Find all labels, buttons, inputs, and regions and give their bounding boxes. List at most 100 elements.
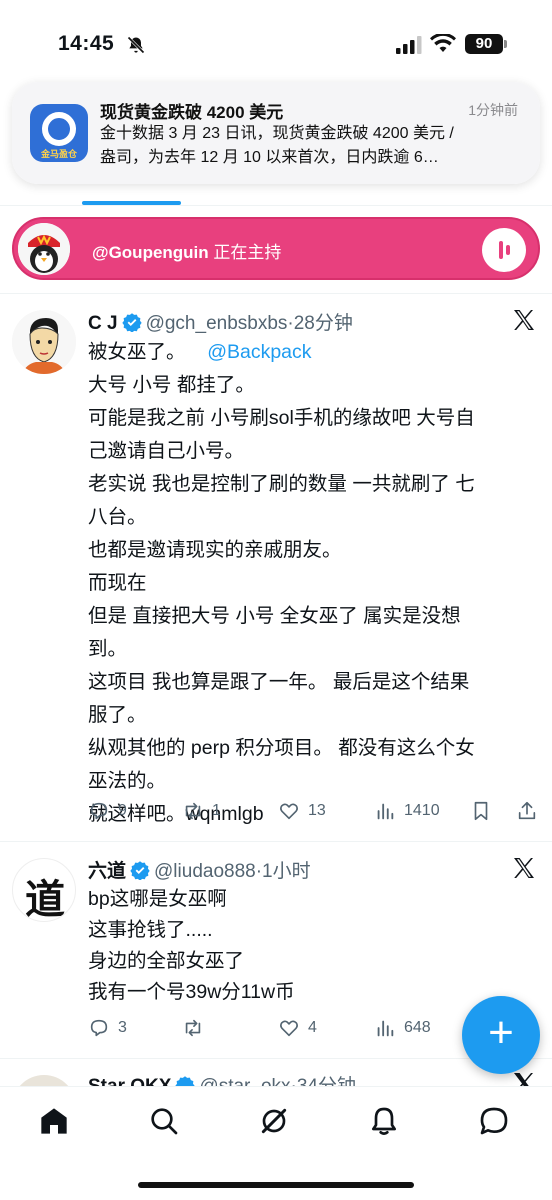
author-name[interactable]: Star OKX bbox=[88, 1076, 171, 1086]
tweet-line: 但是 直接把大号 小号 全女巫了 属实是没想 bbox=[88, 605, 461, 627]
tweet-line: 八台。 bbox=[88, 506, 147, 528]
tweet[interactable]: Star OKX @star_okx·34分钟 bbox=[0, 1059, 552, 1086]
share-button[interactable] bbox=[516, 796, 546, 826]
reply-count: 9 bbox=[118, 802, 127, 819]
audio-equalizer-icon[interactable] bbox=[482, 228, 526, 272]
like-button[interactable]: 13 bbox=[278, 796, 326, 826]
retweet-button[interactable]: 1 bbox=[182, 796, 221, 826]
view-count: 1410 bbox=[404, 802, 440, 819]
spaces-host: @Goupenguin bbox=[92, 243, 209, 262]
avatar[interactable] bbox=[12, 310, 76, 374]
mention-link[interactable]: @Backpack bbox=[207, 341, 311, 363]
notification-time: 1分钟前 bbox=[468, 102, 518, 118]
avatar[interactable]: 道 bbox=[12, 858, 76, 922]
reply-icon bbox=[90, 802, 108, 820]
notifications-icon[interactable] bbox=[368, 1105, 400, 1137]
home-icon[interactable] bbox=[38, 1105, 70, 1137]
tweet-header: 六道 @liudao888·1小时 bbox=[88, 856, 311, 883]
tweet-text: 被女巫了。 @Backpack 大号 小号 都挂了。 可能是我之前 小号刷sol… bbox=[88, 336, 536, 831]
status-time: 14:45 bbox=[58, 32, 115, 55]
author-handle[interactable]: @liudao888 bbox=[154, 861, 256, 882]
view-count: 648 bbox=[404, 1019, 431, 1036]
tweet-text: bp这哪是女巫啊 这事抢钱了..... 身边的全部女巫了 我有一个号39w分11… bbox=[88, 884, 536, 1008]
tweet-line: 也都是邀请现实的亲戚朋友。 bbox=[88, 539, 342, 561]
avatar[interactable] bbox=[12, 1075, 76, 1086]
tweet-line: 这事抢钱了..... bbox=[88, 919, 213, 941]
author-handle[interactable]: @star_okx bbox=[199, 1076, 290, 1086]
status-bar: 14:45 90 bbox=[0, 0, 552, 80]
tweet-line: 大号 小号 都挂了。 bbox=[88, 374, 255, 396]
eq-bar bbox=[499, 241, 503, 259]
tweet-time: ·1小时 bbox=[255, 861, 311, 882]
eq-bar bbox=[506, 245, 510, 255]
share-icon bbox=[518, 801, 536, 820]
retweet-count: 1 bbox=[212, 802, 221, 819]
penguin-avatar-icon bbox=[18, 223, 70, 275]
avatar-character: 道 bbox=[25, 876, 65, 922]
reply-count: 3 bbox=[118, 1019, 127, 1036]
host-avatar bbox=[18, 223, 70, 275]
tweet-header: Star OKX @star_okx·34分钟 bbox=[88, 1071, 356, 1086]
tweet[interactable]: C J @gch_enbsbxbs·28分钟 被女巫了。 @Backpack 大号… bbox=[0, 294, 552, 840]
like-count: 4 bbox=[308, 1019, 317, 1036]
app-icon-text: 金马盈仓 bbox=[40, 149, 77, 159]
tweet-time: ·28分钟 bbox=[287, 313, 353, 334]
bookmark-icon bbox=[474, 801, 488, 821]
notification-body-line: 金十数据 3 月 23 日讯，现货黄金跌破 4200 美元 / bbox=[100, 125, 454, 142]
tweet-line: 而现在 bbox=[88, 572, 147, 594]
spaces-live-bar[interactable]: @Goupenguin 正在主持 bbox=[12, 217, 540, 280]
bookmark-button[interactable] bbox=[470, 796, 500, 826]
reply-button[interactable]: 3 bbox=[88, 1013, 127, 1043]
tweet-line: bp这哪是女巫啊 bbox=[88, 888, 227, 910]
push-notification[interactable]: 金马盈仓 现货黄金跌破 4200 美元 1分钟前 金十数据 3 月 23 日讯，… bbox=[12, 82, 540, 184]
like-count: 13 bbox=[308, 802, 326, 819]
compose-plus-icon: + bbox=[488, 1008, 514, 1057]
tweet-line: 身边的全部女巫了 bbox=[88, 950, 245, 972]
search-icon[interactable] bbox=[148, 1105, 180, 1137]
verified-badge-icon bbox=[130, 861, 150, 880]
views-button[interactable]: 1410 bbox=[374, 796, 440, 826]
verified-badge-icon bbox=[121, 313, 142, 332]
author-name[interactable]: C J bbox=[88, 313, 118, 334]
battery-icon: 90 bbox=[465, 34, 503, 54]
x-logo-icon bbox=[514, 310, 534, 330]
app-icon-mark bbox=[42, 112, 76, 146]
tweet-actions: 9 1 13 1410 bbox=[88, 796, 538, 826]
like-button[interactable]: 4 bbox=[278, 1013, 317, 1043]
tweet-line: 巫法的。 bbox=[88, 770, 167, 792]
notification-title: 现货黄金跌破 4200 美元 bbox=[100, 103, 284, 122]
retweet-icon bbox=[185, 1019, 201, 1037]
wifi-icon bbox=[430, 34, 456, 52]
tweet-line: 老实说 我也是控制了刷的数量 一共就刷了 七 bbox=[88, 473, 475, 495]
tweet-line: 被女巫了。 bbox=[88, 341, 186, 363]
tweet-line: 我有一个号39w分11w币 bbox=[88, 981, 295, 1003]
views-button[interactable]: 648 bbox=[374, 1013, 431, 1043]
heart-icon bbox=[280, 803, 298, 820]
x-logo-icon bbox=[514, 1073, 533, 1086]
tweet-line: 可能是我之前 小号刷sol手机的缘故吧 大号自 bbox=[88, 407, 475, 429]
tweet-header: C J @gch_enbsbxbs·28分钟 bbox=[88, 308, 353, 335]
spaces-status: 正在主持 bbox=[213, 243, 282, 262]
reply-icon bbox=[90, 1019, 108, 1037]
cellular-signal-icon bbox=[396, 36, 422, 54]
battery-nub bbox=[504, 40, 507, 48]
author-handle[interactable]: @gch_enbsbxbs bbox=[146, 313, 288, 334]
spaces-label: @Goupenguin 正在主持 bbox=[92, 238, 281, 263]
grok-icon[interactable] bbox=[258, 1105, 290, 1137]
heart-icon bbox=[280, 1020, 298, 1037]
tweet-line: 被女巫了。 @Backpack bbox=[88, 336, 536, 369]
tweet-line: 己邀请自己小号。 bbox=[88, 440, 245, 462]
notification-body-line: 盎司，为去年 12 月 10 以来首次，日内跌逾 6… bbox=[100, 149, 439, 166]
views-icon bbox=[377, 803, 394, 820]
bell-slash-icon bbox=[127, 36, 145, 54]
reply-button[interactable]: 9 bbox=[88, 796, 127, 826]
author-name[interactable]: 六道 bbox=[88, 861, 126, 882]
tweet-time: ·34分钟 bbox=[291, 1076, 356, 1086]
messages-icon[interactable] bbox=[478, 1105, 510, 1137]
jinshi-app-icon: 金马盈仓 bbox=[30, 104, 88, 162]
compose-post-button[interactable]: + bbox=[462, 996, 540, 1074]
tweet-line: 这项目 我也算是跟了一年。 最后是这个结果 bbox=[88, 671, 470, 693]
active-tab-indicator bbox=[82, 201, 181, 205]
retweet-button[interactable] bbox=[182, 1013, 212, 1043]
x-logo-icon bbox=[514, 858, 534, 878]
